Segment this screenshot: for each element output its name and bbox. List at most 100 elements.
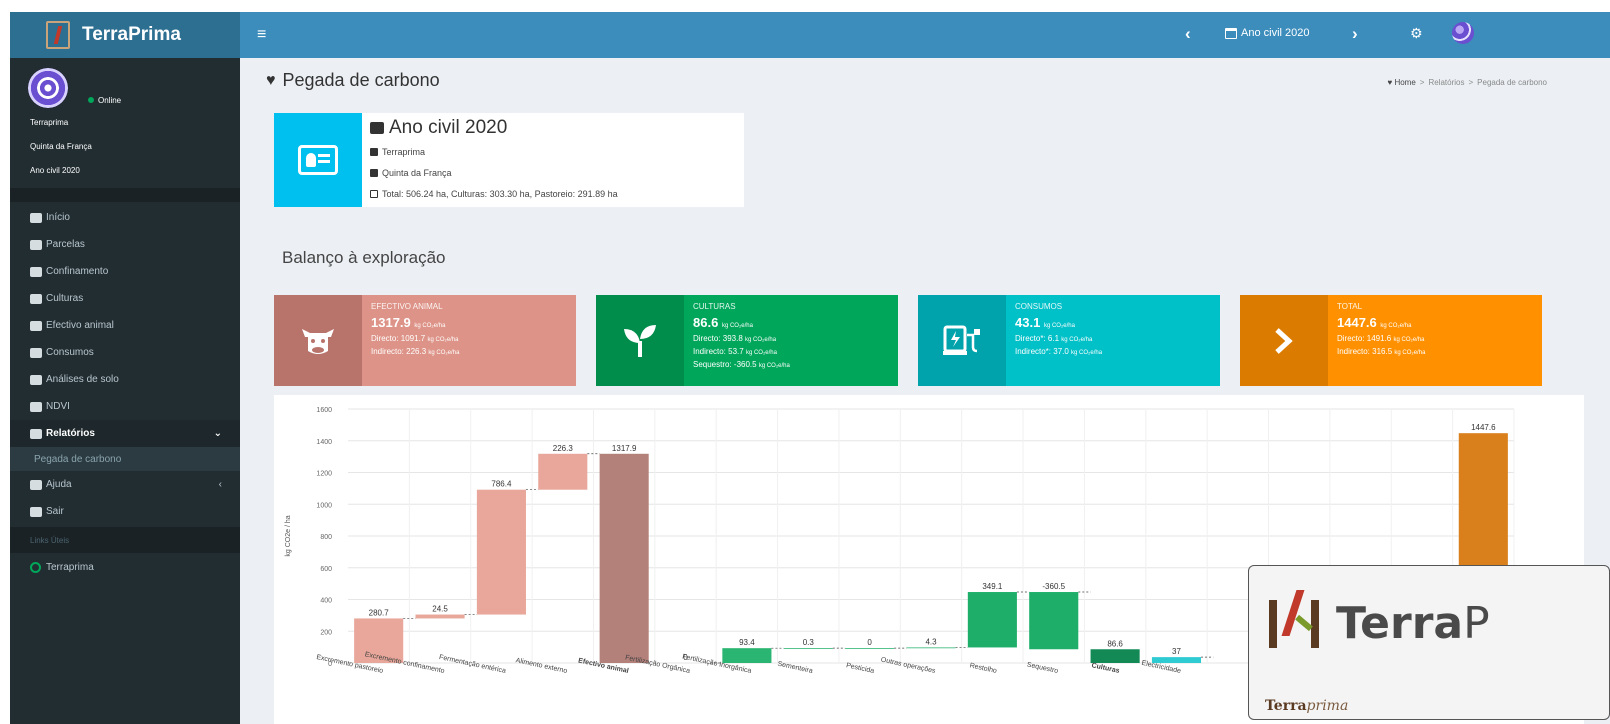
cow-icon [30,320,42,331]
data-label: 0.3 [803,638,815,647]
sidebar-item-inicio[interactable]: Início [10,204,240,231]
breadcrumb-separator: > [1468,78,1474,87]
avatar [28,68,68,108]
area-icon [370,190,378,198]
sidebar-item-pegada-carbono[interactable]: Pegada de carbono [10,447,240,471]
data-label: 226.3 [553,444,574,453]
data-label: 93.4 [739,638,755,647]
sidebar-item-culturas[interactable]: Culturas [10,285,240,312]
chart-bar [476,489,526,615]
sidebar-item-relatorios[interactable]: Relatórios ⌄ [10,420,240,447]
previous-period-button[interactable]: ‹ [1185,24,1191,44]
settings-gears-icon[interactable]: ⚙ [1410,25,1423,42]
data-label: 349.1 [982,582,1003,591]
x-tick-label: Outras operações [880,657,936,676]
data-label: 786.4 [491,480,512,489]
briefcase-icon [370,122,384,134]
user-farm: Quinta da França [30,142,92,151]
period-label: Ano civil 2020 [1241,27,1310,39]
links-header: Links Úteis [10,527,240,553]
breadcrumb-relatorios[interactable]: Relatórios [1428,78,1464,87]
kpi-consumption-direct: Directo*: 6.1 kg CO₂e/ha [1015,334,1093,343]
kpi-total-body: Total 1447.6 kg CO₂e/ha Directo: 1491.6 … [1337,301,1536,359]
id-card-icon-area [274,113,362,207]
sidebar: Online Terraprima Quinta da França Ano c… [10,58,240,724]
y-axis-label: kg CO2e / ha [285,515,292,556]
map-icon [30,239,42,250]
online-status: Online [88,96,121,105]
online-dot-icon [88,97,94,103]
terraprima-logo-overlay: TerraP Terraprima [1248,565,1610,720]
cow-icon [274,295,362,386]
period-selector[interactable]: Ano civil 2020 [1225,27,1310,39]
x-tick-label: Fertilização Orgânica [624,654,690,675]
sidebar-item-consumos[interactable]: Consumos [10,339,240,366]
y-tick-label: 400 [320,598,332,605]
y-tick-label: 1400 [316,439,332,446]
kpi-consumption-indirect: Indirecto*: 37.0 kg CO₂e/ha [1015,347,1103,356]
link-terraprima[interactable]: Terraprima [10,553,240,581]
y-tick-label: 1200 [316,471,332,478]
brand-logo[interactable]: TerraPrima [10,12,240,58]
satellite-icon [30,401,42,412]
chart-bar [415,614,465,619]
x-tick-label: Alimento externo [515,657,568,675]
charging-station-icon [918,295,1006,386]
id-card-icon [298,145,338,175]
chevron-down-icon: ⌄ [213,428,222,439]
data-label: 37 [1172,647,1181,656]
terraprima-mark-icon [1269,590,1319,660]
sidebar-item-analises-solo[interactable]: Análises de solo [10,366,240,393]
info-farm: Quinta da França [370,168,452,178]
top-header: TerraPrima ≡ ‹ Ano civil 2020 › ⚙ [0,0,1610,62]
logout-icon [30,506,42,517]
kpi-consumption-body: Consumos 43.1 kg CO₂e/ha Directo*: 6.1 k… [1015,301,1214,359]
folder-icon [30,428,42,439]
sidebar-item-efectivo-animal[interactable]: Efectivo animal [10,312,240,339]
kpi-crops-body: Culturas 86.6 kg CO₂e/ha Directo: 393.8 … [693,301,892,372]
chevron-right-icon [1240,295,1328,386]
chart-bar [722,648,772,663]
sidebar-item-parcelas[interactable]: Parcelas [10,231,240,258]
x-tick-label: Fermentação entérica [438,654,506,675]
info-user: Terraprima [370,147,425,157]
period-info-box: Ano civil 2020 Terraprima Quinta da Fran… [274,113,744,207]
kpi-total: Total 1447.6 kg CO₂e/ha Directo: 1491.6 … [1240,295,1542,386]
y-tick-label: 800 [320,534,332,541]
home-icon [30,212,42,223]
data-label: 86.6 [1107,639,1123,648]
kpi-crops-sequestration: Sequestro: -360.5 kg CO₂e/ha [693,360,790,369]
user-period: Ano civil 2020 [30,166,80,175]
sidebar-menu: Início Parcelas Confinamento Culturas Ef… [10,204,240,525]
data-label: 24.5 [432,605,448,614]
user-name: Terraprima [30,118,69,127]
section-title: Balanço à exploração [282,248,446,267]
data-label: 1317.9 [612,444,637,453]
y-tick-label: 200 [320,629,332,636]
sidebar-item-sair[interactable]: Sair [10,498,240,525]
user-avatar[interactable] [1452,22,1474,44]
page-title: ♥ Pegada de carbono [266,70,440,90]
sidebar-item-confinamento[interactable]: Confinamento [10,258,240,285]
calendar-icon [1225,27,1237,39]
kpi-crops-indirect: Indirecto: 53.7 kg CO₂e/ha [693,347,777,356]
data-label: 280.7 [369,608,390,617]
data-label: 4.3 [925,637,937,646]
sidebar-item-ndvi[interactable]: NDVI [10,393,240,420]
chart-bar [906,647,956,649]
kpi-crops-title: Culturas [693,302,736,311]
barn-icon [30,266,42,277]
kpi-efectivo-animal: Efectivo animal 1317.9 kg CO₂e/ha Direct… [274,295,576,386]
kpi-animal-value: 1317.9 kg CO₂e/ha [371,315,446,330]
data-label: -360.5 [1042,582,1065,591]
menu-toggle-icon[interactable]: ≡ [257,26,266,44]
kpi-culturas: Culturas 86.6 kg CO₂e/ha Directo: 393.8 … [596,295,898,386]
chart-bar [783,648,833,649]
breadcrumb-current: Pegada de carbono [1477,78,1547,87]
seedling-icon [596,295,684,386]
sidebar-item-ajuda[interactable]: Ajuda ‹ [10,471,240,498]
info-area: Total: 506.24 ha, Culturas: 303.30 ha, P… [370,189,618,199]
kpi-consumos: Consumos 43.1 kg CO₂e/ha Directo*: 6.1 k… [918,295,1220,386]
breadcrumb-home[interactable]: ♥ Home [1387,78,1415,87]
next-period-button[interactable]: › [1352,24,1358,44]
